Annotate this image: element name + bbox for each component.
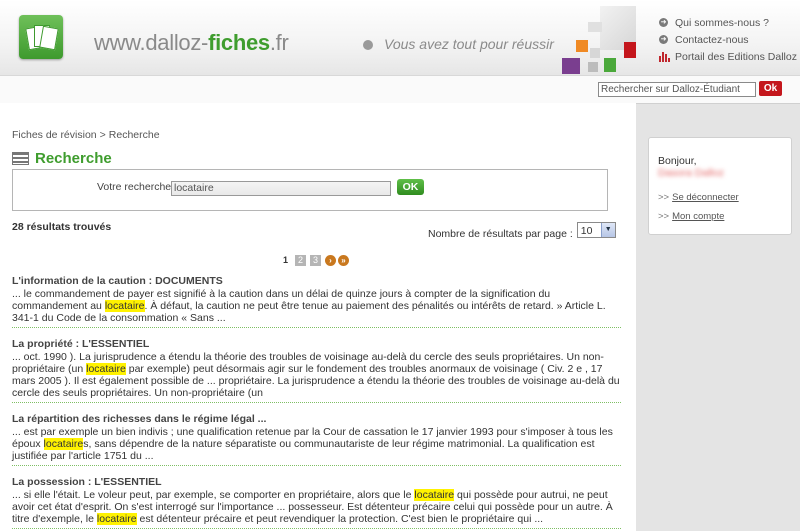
per-page-value: 10 — [580, 225, 593, 237]
main-content: Fiches de révision > Recherche Recherche V… — [0, 103, 636, 531]
user-panel: Bonjour, Dasora Dalloz >> Se déconnecter … — [648, 137, 792, 235]
breadcrumb-separator: > — [99, 129, 106, 141]
result-item: La répartition des richesses dans le rég… — [12, 413, 621, 466]
site-header: www.dalloz-fiches.fr Vous avez tout pour… — [0, 0, 800, 75]
site-name-suffix: .fr — [269, 30, 289, 55]
circle-arrow-icon: ➜ — [659, 18, 668, 27]
results-list: L'information de la caution : DOCUMENTS … — [12, 275, 621, 531]
link-label: Portail des Editions Dalloz — [675, 50, 797, 63]
top-search-bar: Rechercher sur Dalloz-Étudiant Ok — [0, 75, 800, 104]
breadcrumb: Fiches de révision > Recherche — [12, 129, 160, 141]
result-snippet: ... le commandement de payer est signifi… — [12, 288, 606, 324]
site-name-bold: fiches — [208, 30, 270, 55]
breadcrumb-fiches[interactable]: Fiches de révision — [12, 129, 97, 141]
search-highlight: locataire — [104, 300, 145, 312]
site-name-prefix: www.dalloz- — [94, 30, 209, 55]
search-input[interactable]: locataire — [171, 181, 391, 196]
result-snippet: ... si elle l'était. Le voleur peut, par… — [12, 489, 613, 525]
account-link[interactable]: >> Mon compte — [658, 211, 724, 222]
per-page-select[interactable]: 10 ▼ — [576, 222, 616, 238]
search-form: Votre recherche locataire OK — [12, 169, 608, 211]
result-title[interactable]: La répartition des richesses dans le rég… — [12, 413, 621, 426]
page-title: Recherche — [35, 150, 112, 167]
decorative-cubes — [560, 4, 640, 76]
link-portail-dalloz[interactable]: Portail des Editions Dalloz — [659, 48, 797, 65]
tagline: Vous avez tout pour réussir — [384, 36, 554, 52]
bullet-icon — [363, 40, 373, 50]
site-search-ok-button[interactable]: Ok — [759, 81, 782, 96]
page-link-2[interactable]: 2 — [295, 255, 306, 266]
search-highlight: locataire — [414, 489, 455, 501]
user-name: Dasora Dalloz — [658, 167, 724, 179]
result-snippet: ... est par exemple un bien indivis ; un… — [12, 426, 613, 462]
link-label: Qui sommes-nous ? — [675, 16, 769, 29]
result-item: L'information de la caution : DOCUMENTS … — [12, 275, 621, 328]
result-title[interactable]: L'information de la caution : DOCUMENTS — [12, 275, 621, 288]
page-link-3[interactable]: 3 — [310, 255, 321, 266]
dalloz-fiches-logo[interactable] — [19, 15, 63, 59]
chevron-down-icon[interactable]: ▼ — [600, 223, 615, 237]
site-search-input[interactable]: Rechercher sur Dalloz-Étudiant — [598, 82, 756, 97]
result-title[interactable]: La possession : L'ESSENTIEL — [12, 476, 621, 489]
search-label: Votre recherche — [97, 181, 172, 193]
result-item: La possession : L'ESSENTIEL ... si elle … — [12, 476, 621, 529]
breadcrumb-current: Recherche — [108, 129, 160, 141]
link-contactez-nous[interactable]: ➜ Contactez-nous — [659, 31, 797, 48]
logout-label: Se déconnecter — [672, 192, 739, 203]
link-label: Contactez-nous — [675, 33, 749, 46]
per-page-label: Nombre de résultats par page : — [428, 228, 573, 240]
sheet-icon — [39, 25, 59, 51]
circle-arrow-icon: ➜ — [659, 35, 668, 44]
double-chevron-icon: >> — [658, 192, 670, 203]
search-highlight: locataire — [86, 363, 126, 375]
link-qui-sommes-nous[interactable]: ➜ Qui sommes-nous ? — [659, 14, 797, 31]
page-current: 1 — [282, 255, 288, 265]
results-count: 28 résultats trouvés — [12, 221, 112, 233]
greeting: Bonjour, — [658, 155, 697, 167]
account-label: Mon compte — [672, 211, 725, 222]
result-title[interactable]: La propriété : L'ESSENTIEL — [12, 338, 621, 351]
dalloz-bars-icon — [659, 51, 670, 62]
per-page-control: Nombre de résultats par page : 10 ▼ — [428, 220, 616, 240]
last-arrow-icon[interactable]: » — [338, 255, 349, 266]
site-name[interactable]: www.dalloz-fiches.fr — [94, 30, 289, 56]
top-links: ➜ Qui sommes-nous ? ➜ Contactez-nous Por… — [659, 14, 797, 65]
list-icon — [12, 152, 29, 165]
page-title-row: Recherche — [12, 150, 112, 167]
search-ok-button[interactable]: OK — [397, 179, 424, 195]
double-chevron-icon: >> — [658, 211, 670, 222]
search-highlight: locataire — [96, 513, 137, 525]
result-snippet: ... oct. 1990 ). La jurisprudence a éten… — [12, 351, 620, 399]
search-highlight: locataire — [43, 438, 84, 450]
next-arrow-icon[interactable]: › — [325, 255, 336, 266]
pagination: 1 2 3 › » — [280, 255, 351, 266]
logout-link[interactable]: >> Se déconnecter — [658, 192, 739, 203]
result-item: La propriété : L'ESSENTIEL ... oct. 1990… — [12, 338, 621, 403]
